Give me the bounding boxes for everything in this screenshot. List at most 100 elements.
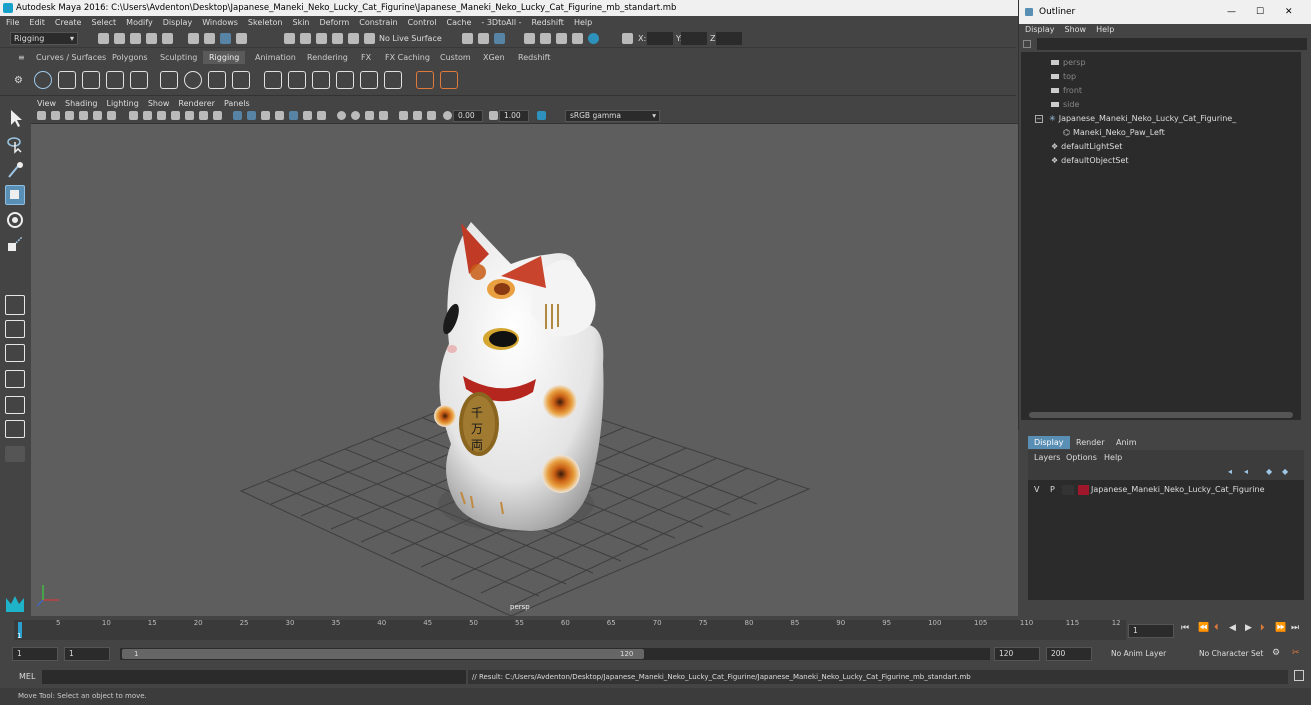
construction-history-icon[interactable] bbox=[478, 33, 489, 44]
grid-icon[interactable] bbox=[129, 111, 138, 120]
menu-file[interactable]: File bbox=[6, 16, 19, 30]
vp-menu-shading[interactable]: Shading bbox=[65, 98, 98, 109]
move-layer-up-icon[interactable]: ◂ bbox=[1228, 467, 1232, 476]
layout-more-icon[interactable] bbox=[5, 446, 25, 462]
menu-windows[interactable]: Windows bbox=[202, 16, 238, 30]
lock-selection-icon[interactable] bbox=[236, 33, 247, 44]
joint-tool-icon[interactable] bbox=[34, 71, 52, 89]
ik-spline-icon[interactable] bbox=[82, 71, 100, 89]
tab-fx-caching[interactable]: FX Caching bbox=[379, 51, 436, 64]
camera-select-icon[interactable] bbox=[37, 111, 46, 120]
play-backward-icon[interactable]: ◀ bbox=[1229, 623, 1236, 633]
anim-layer-dropdown[interactable]: No Anim Layer bbox=[1111, 649, 1166, 658]
anti-alias-icon[interactable] bbox=[365, 111, 374, 120]
gate-mask-icon[interactable] bbox=[171, 111, 180, 120]
play-forward-icon[interactable]: ▶ bbox=[1245, 623, 1252, 633]
select-component-icon[interactable] bbox=[220, 33, 231, 44]
layer-type-toggle[interactable] bbox=[1062, 485, 1074, 495]
paint-select-icon[interactable] bbox=[5, 160, 25, 180]
paint-weights-icon[interactable] bbox=[184, 71, 202, 89]
tab-animation[interactable]: Animation bbox=[249, 51, 302, 64]
character-set-dropdown[interactable]: No Character Set bbox=[1199, 649, 1263, 658]
menu-cache[interactable]: Cache bbox=[447, 16, 472, 30]
exposure-icon[interactable] bbox=[443, 111, 452, 120]
move-tool-icon[interactable] bbox=[5, 185, 25, 205]
outliner-filter-icon[interactable] bbox=[1023, 40, 1031, 48]
point-constraint-icon[interactable] bbox=[288, 71, 306, 89]
layout-hypershade-icon[interactable] bbox=[5, 420, 25, 438]
layout-single-icon[interactable] bbox=[5, 320, 25, 338]
mel-input[interactable] bbox=[42, 670, 466, 684]
select-hierarchy-icon[interactable] bbox=[188, 33, 199, 44]
vp-menu-panels[interactable]: Panels bbox=[224, 98, 250, 109]
collapse-icon[interactable]: − bbox=[1035, 115, 1043, 123]
render-settings-icon[interactable] bbox=[556, 33, 567, 44]
move-layer-down-icon[interactable]: ◂ bbox=[1244, 467, 1248, 476]
aim-constraint-icon[interactable] bbox=[312, 71, 330, 89]
minimize-icon[interactable]: — bbox=[1227, 0, 1236, 24]
menu-redshift[interactable]: Redshift bbox=[531, 16, 563, 30]
snap-view-plane-icon[interactable] bbox=[332, 33, 343, 44]
hypershade-icon[interactable] bbox=[572, 33, 583, 44]
pole-vector-icon[interactable] bbox=[416, 71, 434, 89]
layer-row[interactable]: V P Japanese_Maneki_Neko_Lucky_Cat_Figur… bbox=[1028, 484, 1300, 496]
scale-constraint-icon[interactable] bbox=[360, 71, 378, 89]
layer-playback-toggle[interactable]: P bbox=[1050, 485, 1055, 494]
vp-menu-renderer[interactable]: Renderer bbox=[178, 98, 215, 109]
tab-render[interactable]: Render bbox=[1070, 436, 1110, 449]
layer-visibility-toggle[interactable]: V bbox=[1034, 485, 1039, 494]
undo-icon[interactable] bbox=[146, 33, 157, 44]
outliner-menu-help[interactable]: Help bbox=[1096, 24, 1114, 36]
shadows-icon[interactable] bbox=[317, 111, 326, 120]
menu-modify[interactable]: Modify bbox=[126, 16, 153, 30]
ipr-render-icon[interactable] bbox=[540, 33, 551, 44]
menu-display[interactable]: Display bbox=[163, 16, 193, 30]
anim-start-field[interactable]: 1 bbox=[64, 647, 110, 661]
shelf-menu-icon[interactable]: ≡ bbox=[12, 51, 31, 64]
xray-joints-icon[interactable] bbox=[427, 111, 436, 120]
tab-sculpting[interactable]: Sculpting bbox=[154, 51, 203, 64]
script-editor-icon[interactable] bbox=[1294, 670, 1304, 681]
grease-pencil-icon[interactable] bbox=[107, 111, 116, 120]
select-tool-icon[interactable] bbox=[5, 108, 25, 128]
ik-handle-icon[interactable] bbox=[58, 71, 76, 89]
mel-label[interactable]: MEL bbox=[19, 672, 35, 681]
camera-attributes-icon[interactable] bbox=[51, 111, 60, 120]
layer-menu-layers[interactable]: Layers bbox=[1034, 453, 1060, 462]
tab-polygons[interactable]: Polygons bbox=[106, 51, 154, 64]
render-current-frame-icon[interactable] bbox=[524, 33, 535, 44]
start-time-field[interactable]: 1 bbox=[12, 647, 58, 661]
go-to-start-icon[interactable]: ⏮ bbox=[1181, 623, 1189, 633]
outliner-menu-display[interactable]: Display bbox=[1025, 24, 1055, 36]
render-view-icon[interactable] bbox=[494, 33, 505, 44]
humanik-icon[interactable] bbox=[130, 71, 148, 89]
parent-constraint-icon[interactable] bbox=[384, 71, 402, 89]
layout-four-icon[interactable] bbox=[5, 344, 25, 362]
relative-transform-icon[interactable] bbox=[622, 33, 633, 44]
lattice-icon[interactable] bbox=[208, 71, 226, 89]
step-forward-frame-icon[interactable]: ⏩ bbox=[1275, 623, 1286, 633]
new-scene-icon[interactable] bbox=[98, 33, 109, 44]
locator-icon[interactable] bbox=[264, 71, 282, 89]
rotate-tool-icon[interactable] bbox=[5, 210, 25, 230]
z-field[interactable] bbox=[716, 32, 742, 45]
tree-item-default-light-set[interactable]: ❖ defaultLightSet bbox=[1051, 140, 1122, 153]
shelf-options-icon[interactable]: ⚙ bbox=[14, 75, 23, 86]
x-field[interactable] bbox=[647, 32, 673, 45]
tree-item-lucky-cat-group[interactable]: − ✳ Japanese_Maneki_Neko_Lucky_Cat_Figurin… bbox=[1035, 112, 1236, 125]
menu-deform[interactable]: Deform bbox=[320, 16, 350, 30]
outliner-menu-show[interactable]: Show bbox=[1065, 24, 1087, 36]
menu-set-dropdown[interactable]: Rigging ▾ bbox=[10, 32, 78, 45]
end-time-field[interactable]: 120 bbox=[994, 647, 1040, 661]
snap-point-icon[interactable] bbox=[316, 33, 327, 44]
redo-icon[interactable] bbox=[162, 33, 173, 44]
image-plane-icon[interactable] bbox=[79, 111, 88, 120]
menu-create[interactable]: Create bbox=[55, 16, 82, 30]
bookmark-icon[interactable] bbox=[65, 111, 74, 120]
animation-prefs-icon[interactable]: ✂ bbox=[1292, 648, 1300, 658]
tree-item-side[interactable]: side bbox=[1051, 98, 1079, 111]
time-slider-track[interactable] bbox=[14, 620, 1126, 640]
gamma-icon[interactable] bbox=[489, 111, 498, 120]
geometry-constraint-icon[interactable] bbox=[440, 71, 458, 89]
tab-redshift[interactable]: Redshift bbox=[512, 51, 556, 64]
